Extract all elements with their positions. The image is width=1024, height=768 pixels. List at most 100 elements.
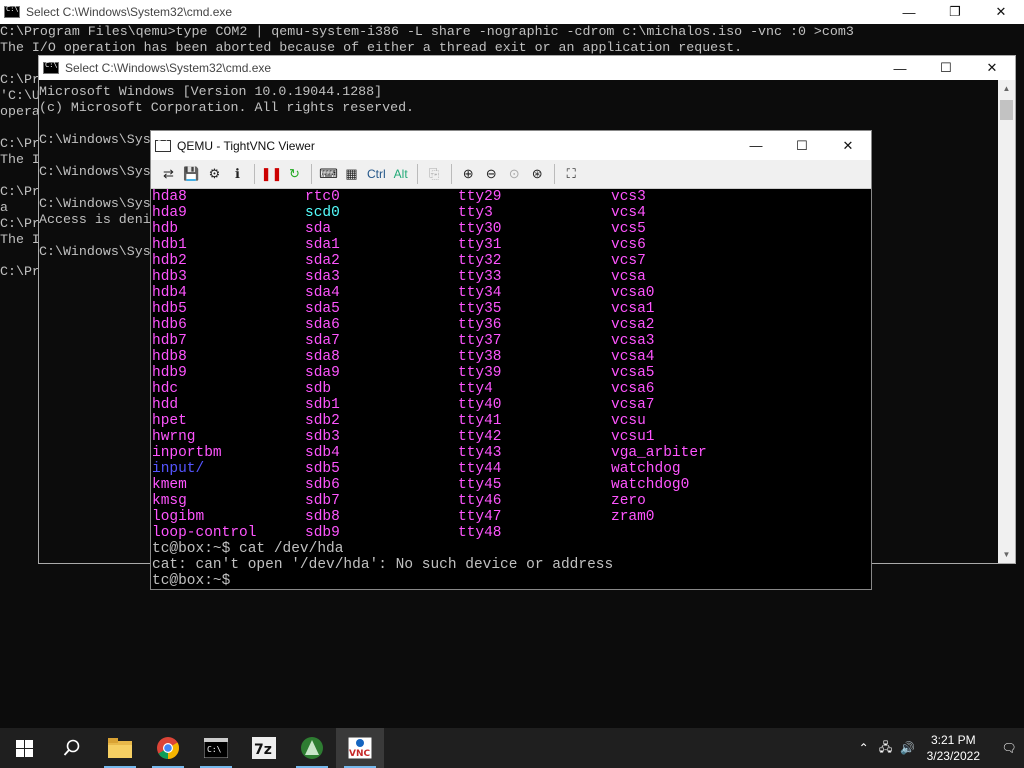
tightvnc-window[interactable]: QEMU - TightVNC Viewer — ☐ ✕ ⇄ 💾 ⚙ ℹ ❚❚ … xyxy=(150,130,872,590)
svg-text:7z: 7z xyxy=(254,742,272,758)
transfer-icon[interactable]: ⎘ xyxy=(425,165,444,184)
device-entry: kmem xyxy=(152,477,187,493)
terminal-line: The I/O operation has been aborted becau… xyxy=(0,40,743,55)
device-entry: tty42 xyxy=(458,429,502,445)
device-listing-row: hda9 scd0 tty3 vcs4 xyxy=(152,205,871,221)
device-entry: hda9 xyxy=(152,205,187,221)
pause-icon[interactable]: ❚❚ xyxy=(261,165,283,184)
cmd-back-titlebar[interactable]: Select C:\Windows\System32\cmd.exe — ❐ ✕ xyxy=(0,0,1024,24)
close-button[interactable]: ✕ xyxy=(825,131,871,160)
device-entry: sdb2 xyxy=(305,413,340,429)
device-entry: hda8 xyxy=(152,189,187,205)
cmd-mid-titlebar[interactable]: Select C:\Windows\System32\cmd.exe — ☐ ✕ xyxy=(39,56,1015,80)
fullscreen-icon[interactable]: ⛶ xyxy=(562,165,581,184)
device-entry: tty37 xyxy=(458,333,502,349)
device-entry: hdb3 xyxy=(152,269,187,285)
device-entry: hpet xyxy=(152,413,187,429)
device-listing-row: hdb3 sda3 tty33 vcsa xyxy=(152,269,871,285)
refresh-icon[interactable]: ↻ xyxy=(285,165,304,184)
options-icon[interactable]: ⚙ xyxy=(205,165,224,184)
zoom-in-icon[interactable]: ⊕ xyxy=(459,165,478,184)
clock[interactable]: 3:21 PM 3/23/2022 xyxy=(927,732,980,764)
device-entry: sda7 xyxy=(305,333,340,349)
taskbar-7zip[interactable]: 7z xyxy=(240,728,288,768)
shell-line: tc@box:~$ xyxy=(152,573,240,589)
chevron-up-icon[interactable]: ⌃ xyxy=(853,728,875,768)
chrome-icon xyxy=(157,737,179,759)
vnc-titlebar[interactable]: QEMU - TightVNC Viewer — ☐ ✕ xyxy=(151,131,871,160)
device-entry: sdb3 xyxy=(305,429,340,445)
device-entry: sdb7 xyxy=(305,493,340,509)
zoom-fit-icon[interactable]: ⊛ xyxy=(528,165,547,184)
search-button[interactable] xyxy=(48,728,96,768)
device-entry: tty34 xyxy=(458,285,502,301)
minimize-button[interactable]: — xyxy=(877,56,923,80)
taskbar-cmd[interactable]: C:\ xyxy=(192,728,240,768)
device-listing-row: hdb1 sda1 tty31 vcs6 xyxy=(152,237,871,253)
notifications-icon[interactable]: 🗨 xyxy=(994,728,1024,768)
device-entry: vcs6 xyxy=(611,237,646,253)
scroll-up-arrow[interactable]: ▲ xyxy=(998,80,1015,97)
ctrl-key-button[interactable]: Ctrl xyxy=(365,167,388,181)
app-icon xyxy=(301,737,323,759)
maximize-button[interactable]: ☐ xyxy=(923,56,969,80)
alt-key-button[interactable]: Alt xyxy=(392,167,410,181)
device-entry: tty43 xyxy=(458,445,502,461)
device-listing-row: hdb9 sda9 tty39 vcsa5 xyxy=(152,365,871,381)
device-entry: tty48 xyxy=(458,525,502,541)
device-entry: tty31 xyxy=(458,237,502,253)
7zip-icon: 7z xyxy=(252,737,276,759)
scroll-down-arrow[interactable]: ▼ xyxy=(998,546,1015,563)
device-listing-row: loop-control sdb9 tty48 xyxy=(152,525,871,541)
device-entry: vcsa1 xyxy=(611,301,655,317)
device-entry: scd0 xyxy=(305,205,340,221)
vnc-toolbar: ⇄ 💾 ⚙ ℹ ❚❚ ↻ ⌨ ▦ Ctrl Alt ⎘ ⊕ ⊖ ⊙ ⊛ ⛶ xyxy=(151,160,871,189)
shell-line: cat: can't open '/dev/hda': No such devi… xyxy=(152,557,614,573)
device-listing-row: hdc sdb tty4 vcsa6 xyxy=(152,381,871,397)
device-entry: tty33 xyxy=(458,269,502,285)
cmd-icon xyxy=(4,5,20,18)
device-entry: vga_arbiter xyxy=(611,445,707,461)
zoom-out-icon[interactable]: ⊖ xyxy=(482,165,501,184)
new-connection-icon[interactable]: ⇄ xyxy=(159,165,178,184)
taskbar-app[interactable] xyxy=(288,728,336,768)
device-entry: hdc xyxy=(152,381,179,397)
taskbar-chrome[interactable] xyxy=(144,728,192,768)
close-button[interactable]: ✕ xyxy=(978,0,1024,24)
minimize-button[interactable]: — xyxy=(733,131,779,160)
win-key-icon[interactable]: ▦ xyxy=(342,165,361,184)
ctrl-alt-del-icon[interactable]: ⌨ xyxy=(319,165,338,184)
taskbar-tightvnc[interactable]: VNC xyxy=(336,728,384,768)
start-button[interactable] xyxy=(0,728,48,768)
network-icon[interactable]: 🖧 xyxy=(875,728,897,768)
close-button[interactable]: ✕ xyxy=(969,56,1015,80)
minimize-button[interactable]: — xyxy=(886,0,932,24)
clock-date: 3/23/2022 xyxy=(926,749,980,763)
vnc-remote-screen[interactable]: hda8 rtc0 tty29 vcs3 hda9 scd0 tty3 vcs4 hdb sda t… xyxy=(151,189,871,589)
maximize-button[interactable]: ☐ xyxy=(779,131,825,160)
device-listing-row: hdb2 sda2 tty32 vcs7 xyxy=(152,253,871,269)
toolbar-divider xyxy=(553,164,555,184)
device-entry: sda6 xyxy=(305,317,340,333)
maximize-button[interactable]: ❐ xyxy=(932,0,978,24)
save-icon[interactable]: 💾 xyxy=(182,165,201,184)
scroll-thumb[interactable] xyxy=(1000,100,1013,120)
device-entry: sdb5 xyxy=(305,461,340,477)
device-entry: tty39 xyxy=(458,365,502,381)
device-listing-row: hdb sda tty30 vcs5 xyxy=(152,221,871,237)
terminal-line: (c) Microsoft Corporation. All rights re… xyxy=(39,100,415,115)
vnc-title: QEMU - TightVNC Viewer xyxy=(177,138,315,153)
taskbar-file-explorer[interactable] xyxy=(96,728,144,768)
volume-icon[interactable]: 🔊 xyxy=(897,728,919,768)
device-entry: hdd xyxy=(152,397,179,413)
device-entry: sda9 xyxy=(305,365,340,381)
zoom-reset-icon[interactable]: ⊙ xyxy=(505,165,524,184)
device-listing-row: hwrng sdb3 tty42 vcsu1 xyxy=(152,429,871,445)
cmd-mid-scrollbar[interactable]: ▲ ▼ xyxy=(998,80,1015,563)
device-entry: tty38 xyxy=(458,349,502,365)
device-entry: hdb4 xyxy=(152,285,187,301)
info-icon[interactable]: ℹ xyxy=(228,165,247,184)
device-entry: sda2 xyxy=(305,253,340,269)
device-entry: tty44 xyxy=(458,461,502,477)
device-entry: vcsa0 xyxy=(611,285,655,301)
